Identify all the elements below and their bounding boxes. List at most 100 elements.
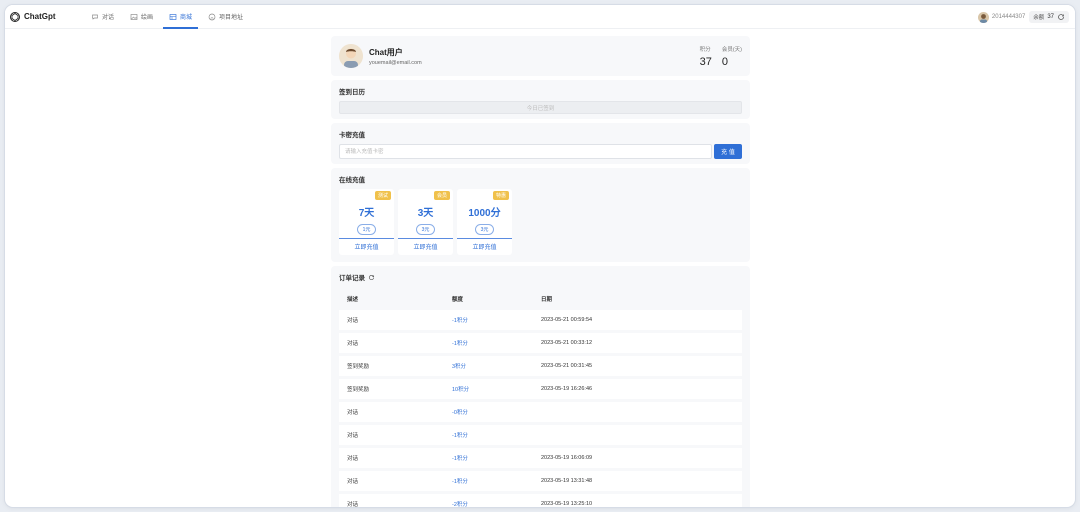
divider bbox=[398, 238, 453, 239]
package-card[interactable]: 测试 7天 1元 立即充值 bbox=[339, 189, 394, 255]
order-desc: 对话 bbox=[339, 425, 444, 445]
package-price: 3元 bbox=[474, 224, 495, 235]
points-stat: 积分 37 bbox=[700, 45, 712, 68]
user-avatar-icon bbox=[339, 44, 363, 68]
signin-button[interactable]: 今日已签到 bbox=[339, 101, 742, 114]
profile-avatar bbox=[339, 44, 363, 68]
order-date: 2023-05-21 00:33:12 bbox=[533, 333, 742, 353]
package-badge: 会员 bbox=[433, 191, 450, 200]
recharge-row: 充 值 bbox=[339, 144, 742, 159]
order-date: 2023-05-19 16:06:09 bbox=[533, 448, 742, 468]
nav-item-chat[interactable]: 对话 bbox=[85, 5, 120, 29]
nav-label: 商城 bbox=[180, 15, 193, 21]
order-desc: 签到奖励 bbox=[339, 379, 444, 399]
github-icon bbox=[208, 13, 216, 20]
package-price: 3元 bbox=[415, 224, 436, 235]
app-window: ChatGpt 对话 绘画 商城 项目地址 2014444307 余额 37 C… bbox=[5, 5, 1075, 507]
orders-title: 订单记录 bbox=[339, 275, 365, 282]
divider bbox=[457, 238, 512, 239]
points-value: 37 bbox=[699, 55, 712, 68]
order-date: 2023-05-21 00:59:54 bbox=[533, 310, 742, 330]
order-desc: 对话 bbox=[339, 471, 444, 491]
signin-title: 签到日历 bbox=[339, 89, 365, 96]
card-code-input[interactable] bbox=[339, 144, 712, 159]
refresh-icon[interactable] bbox=[1057, 13, 1065, 21]
card-recharge-card: 卡密充值 充 值 bbox=[331, 123, 750, 164]
brand-name: ChatGpt bbox=[24, 12, 56, 21]
order-amount: -1积分 bbox=[444, 333, 533, 353]
nav-label: 对话 bbox=[102, 15, 115, 21]
nav-item-draw[interactable]: 绘画 bbox=[124, 5, 159, 29]
divider bbox=[339, 238, 394, 239]
signin-card: 签到日历 今日已签到 bbox=[331, 80, 750, 119]
table-row: 对话 -1积分 bbox=[339, 425, 742, 445]
balance-pill: 余额 37 bbox=[1029, 11, 1069, 23]
brand[interactable]: ChatGpt bbox=[9, 11, 79, 23]
avatar[interactable] bbox=[977, 11, 989, 23]
package-name: 3天 bbox=[417, 208, 434, 219]
buy-button[interactable]: 立即充值 bbox=[354, 242, 378, 251]
order-desc: 签到奖励 bbox=[339, 356, 444, 376]
balance-value: 37 bbox=[1047, 14, 1054, 20]
order-amount: -1积分 bbox=[444, 425, 533, 445]
avatar-icon bbox=[979, 13, 987, 23]
orders-table: 描述 额度 日期 对话 -1积分 2023-05-21 00:59:54 对话 -1积… bbox=[339, 288, 742, 507]
order-date: 2023-05-19 16:26:46 bbox=[533, 379, 742, 399]
nav-label: 绘画 bbox=[141, 15, 154, 21]
vip-label: 会员(天) bbox=[721, 46, 742, 53]
vip-value: 0 bbox=[721, 55, 728, 68]
top-bar: ChatGpt 对话 绘画 商城 项目地址 2014444307 余额 37 bbox=[5, 5, 1075, 29]
table-row: 对话 -1积分 2023-05-19 16:06:09 bbox=[339, 448, 742, 468]
refresh-icon[interactable] bbox=[368, 274, 375, 281]
order-amount: 10积分 bbox=[444, 379, 533, 399]
order-desc: 对话 bbox=[339, 494, 444, 507]
buy-button[interactable]: 立即充值 bbox=[413, 242, 437, 251]
package-name: 1000分 bbox=[468, 208, 501, 219]
buy-button[interactable]: 立即充值 bbox=[472, 242, 496, 251]
column-header: 描述 bbox=[347, 297, 359, 303]
package-card[interactable]: 特惠 1000分 3元 立即充值 bbox=[457, 189, 512, 255]
order-desc: 对话 bbox=[339, 333, 444, 353]
store-icon bbox=[169, 13, 177, 20]
balance-label: 余额 bbox=[1033, 15, 1045, 21]
order-date bbox=[533, 425, 742, 445]
nav-item-github[interactable]: 项目地址 bbox=[202, 5, 249, 29]
column-header: 日期 bbox=[541, 297, 553, 303]
image-icon bbox=[130, 13, 138, 20]
main-nav: 对话 绘画 商城 项目地址 bbox=[85, 5, 253, 29]
table-row: 签到奖励 10积分 2023-05-19 16:26:46 bbox=[339, 379, 742, 399]
package-badge: 特惠 bbox=[492, 191, 509, 200]
card-recharge-title: 卡密充值 bbox=[339, 132, 365, 139]
order-desc: 对话 bbox=[339, 448, 444, 468]
order-amount: -2积分 bbox=[444, 494, 533, 507]
table-row: 对话 -1积分 2023-05-19 13:31:48 bbox=[339, 471, 742, 491]
order-amount: -1积分 bbox=[444, 448, 533, 468]
profile-card: Chat用户 youemail@email.com 积分 37 会员(天) 0 bbox=[331, 36, 750, 76]
profile-name: Chat用户 bbox=[369, 47, 403, 57]
package-card[interactable]: 会员 3天 3元 立即充值 bbox=[398, 189, 453, 255]
nav-label: 项目地址 bbox=[219, 15, 244, 21]
profile-stats: 积分 37 会员(天) 0 bbox=[690, 45, 742, 68]
chat-icon bbox=[92, 14, 98, 20]
profile-email: youemail@email.com bbox=[369, 59, 422, 66]
table-row: 对话 -0积分 bbox=[339, 402, 742, 422]
order-amount: -1积分 bbox=[444, 310, 533, 330]
package-name: 7天 bbox=[358, 208, 375, 219]
order-amount: -1积分 bbox=[444, 471, 533, 491]
order-amount: 3积分 bbox=[444, 356, 533, 376]
table-row: 对话 -1积分 2023-05-21 00:33:12 bbox=[339, 333, 742, 353]
order-date: 2023-05-21 00:31:45 bbox=[533, 356, 742, 376]
top-right: 2014444307 余额 37 bbox=[977, 5, 1069, 29]
table-header-row: 描述 额度 日期 bbox=[339, 291, 742, 307]
nav-item-store[interactable]: 商城 bbox=[163, 5, 199, 29]
orders-header: 订单记录 bbox=[339, 272, 742, 282]
openai-logo-icon bbox=[10, 11, 20, 22]
recharge-button[interactable]: 充 值 bbox=[714, 144, 742, 159]
top-username: 2014444307 bbox=[991, 14, 1026, 20]
vip-stat: 会员(天) 0 bbox=[722, 45, 742, 68]
order-date: 2023-05-19 13:31:48 bbox=[533, 471, 742, 491]
order-desc: 对话 bbox=[339, 402, 444, 422]
table-row: 对话 -1积分 2023-05-21 00:59:54 bbox=[339, 310, 742, 330]
points-label: 积分 bbox=[699, 46, 711, 53]
online-recharge-card: 在线充值 测试 7天 1元 立即充值 会员 3天 3元 立即充值 特惠 1000… bbox=[331, 168, 750, 262]
